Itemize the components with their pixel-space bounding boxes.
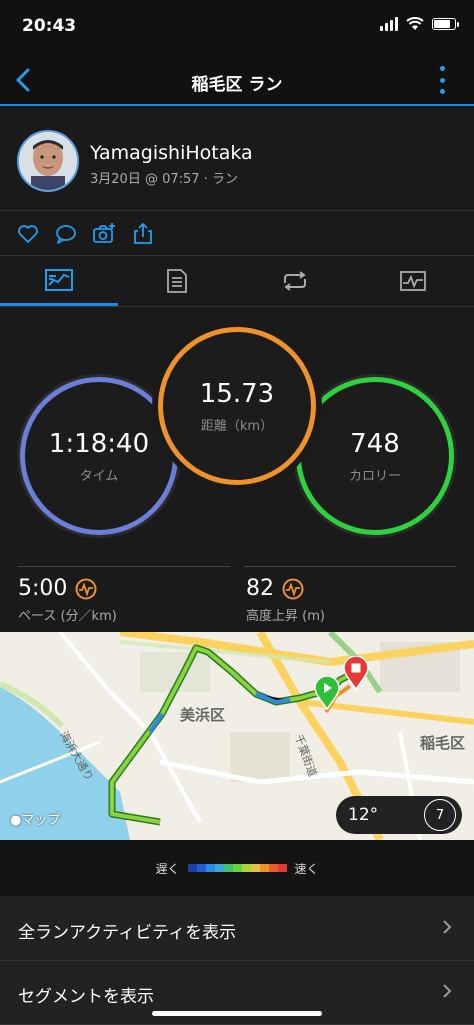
activity-links: 全ランアクティビティを表示 セグメントを表示 — [0, 896, 474, 1025]
page-title: 稲毛区 ラン — [191, 75, 283, 95]
laps-icon — [284, 271, 306, 291]
map-area-label: 稲毛区 — [420, 734, 466, 752]
legend-fast: 速く — [294, 861, 319, 876]
pace-color-scale — [187, 864, 287, 872]
activity-date: 3月20日 @ 07:57 · ラン — [90, 172, 238, 187]
share-icon[interactable] — [131, 222, 155, 246]
pace-label: ペース (分／km) — [18, 609, 117, 624]
cellular-signal-icon — [380, 17, 398, 31]
wifi-icon — [406, 17, 424, 30]
time-value: 1:18:40 — [48, 428, 150, 459]
activity-tabs — [0, 256, 474, 307]
distance-value: 15.73 — [199, 378, 275, 409]
tab-stats[interactable] — [118, 256, 236, 306]
more-options-icon[interactable] — [440, 66, 448, 94]
distance-label: 距離（km） — [200, 418, 274, 434]
distance-ring: 15.73 距離（km） — [158, 327, 316, 485]
time-label: タイム — [79, 468, 119, 484]
list-item-all-runs[interactable]: 全ランアクティビティを表示 — [0, 896, 474, 961]
list-item-label: 全ランアクティビティを表示 — [18, 923, 237, 943]
avatar[interactable] — [17, 130, 79, 192]
status-icons — [380, 17, 459, 31]
weather-badge: 12° 7 — [336, 796, 462, 834]
finish-marker-icon — [343, 655, 369, 691]
comment-icon[interactable] — [54, 222, 78, 246]
elevation-label: 高度上昇 (m) — [246, 609, 325, 624]
time-ring: 1:18:40 タイム — [20, 377, 178, 535]
temperature: 12° — [348, 805, 379, 825]
list-item-label: セグメントを表示 — [18, 987, 154, 1007]
battery-icon — [432, 18, 459, 30]
legend-slow: 遅く — [155, 861, 180, 876]
elevation-chart-icon — [282, 578, 304, 599]
social-actions — [0, 211, 474, 256]
tab-laps[interactable] — [236, 256, 354, 306]
pace-metric[interactable]: 5:00 ペース (分／km) — [18, 576, 117, 624]
tab-charts[interactable] — [354, 256, 472, 306]
activity-header: YamagishiHotaka 3月20日 @ 07:57 · ラン — [0, 106, 474, 211]
start-marker-icon — [314, 675, 340, 711]
wind-indicator-icon: 7 — [424, 799, 456, 831]
divider — [18, 566, 230, 567]
calories-value: 748 — [350, 428, 400, 459]
map-area-label: 美浜区 — [180, 706, 226, 724]
calories-label: カロリー — [348, 468, 401, 484]
home-indicator[interactable] — [152, 1011, 322, 1016]
elevation-value: 82 — [246, 576, 274, 601]
pace-chart-icon — [75, 578, 97, 599]
chevron-right-icon — [443, 984, 452, 998]
calories-ring: 748 カロリー — [296, 377, 454, 535]
route-map[interactable]: 美浜区 稲毛区 海浜大通り 千葉街道 ●マップ 12° 7 — [0, 632, 474, 840]
status-bar: 20:43 — [0, 0, 474, 58]
pace-value: 5:00 — [18, 576, 68, 601]
divider — [244, 566, 456, 567]
stats-document-icon — [167, 269, 187, 293]
chevron-right-icon — [443, 920, 452, 934]
pace-legend: 遅く 速く — [0, 840, 474, 896]
add-photo-icon[interactable] — [92, 222, 116, 246]
overview-icon — [45, 268, 73, 291]
username[interactable]: YamagishiHotaka — [90, 142, 253, 164]
chart-icon — [400, 271, 426, 291]
like-heart-icon[interactable] — [16, 222, 40, 246]
elevation-metric[interactable]: 82 高度上昇 (m) — [246, 576, 325, 624]
secondary-metrics: 5:00 ペース (分／km) 82 高度上昇 (m) — [0, 566, 474, 632]
tab-overview[interactable] — [0, 256, 118, 306]
apple-maps-attribution[interactable]: ●マップ — [10, 809, 60, 828]
apple-logo-icon: ● — [10, 813, 22, 828]
summary-stats: 1:18:40 タイム 748 カロリー 15.73 距離（km） — [0, 307, 474, 565]
avatar-image — [19, 132, 77, 190]
status-time: 20:43 — [22, 16, 77, 36]
navigation-bar: 稲毛区 ラン — [0, 58, 474, 106]
